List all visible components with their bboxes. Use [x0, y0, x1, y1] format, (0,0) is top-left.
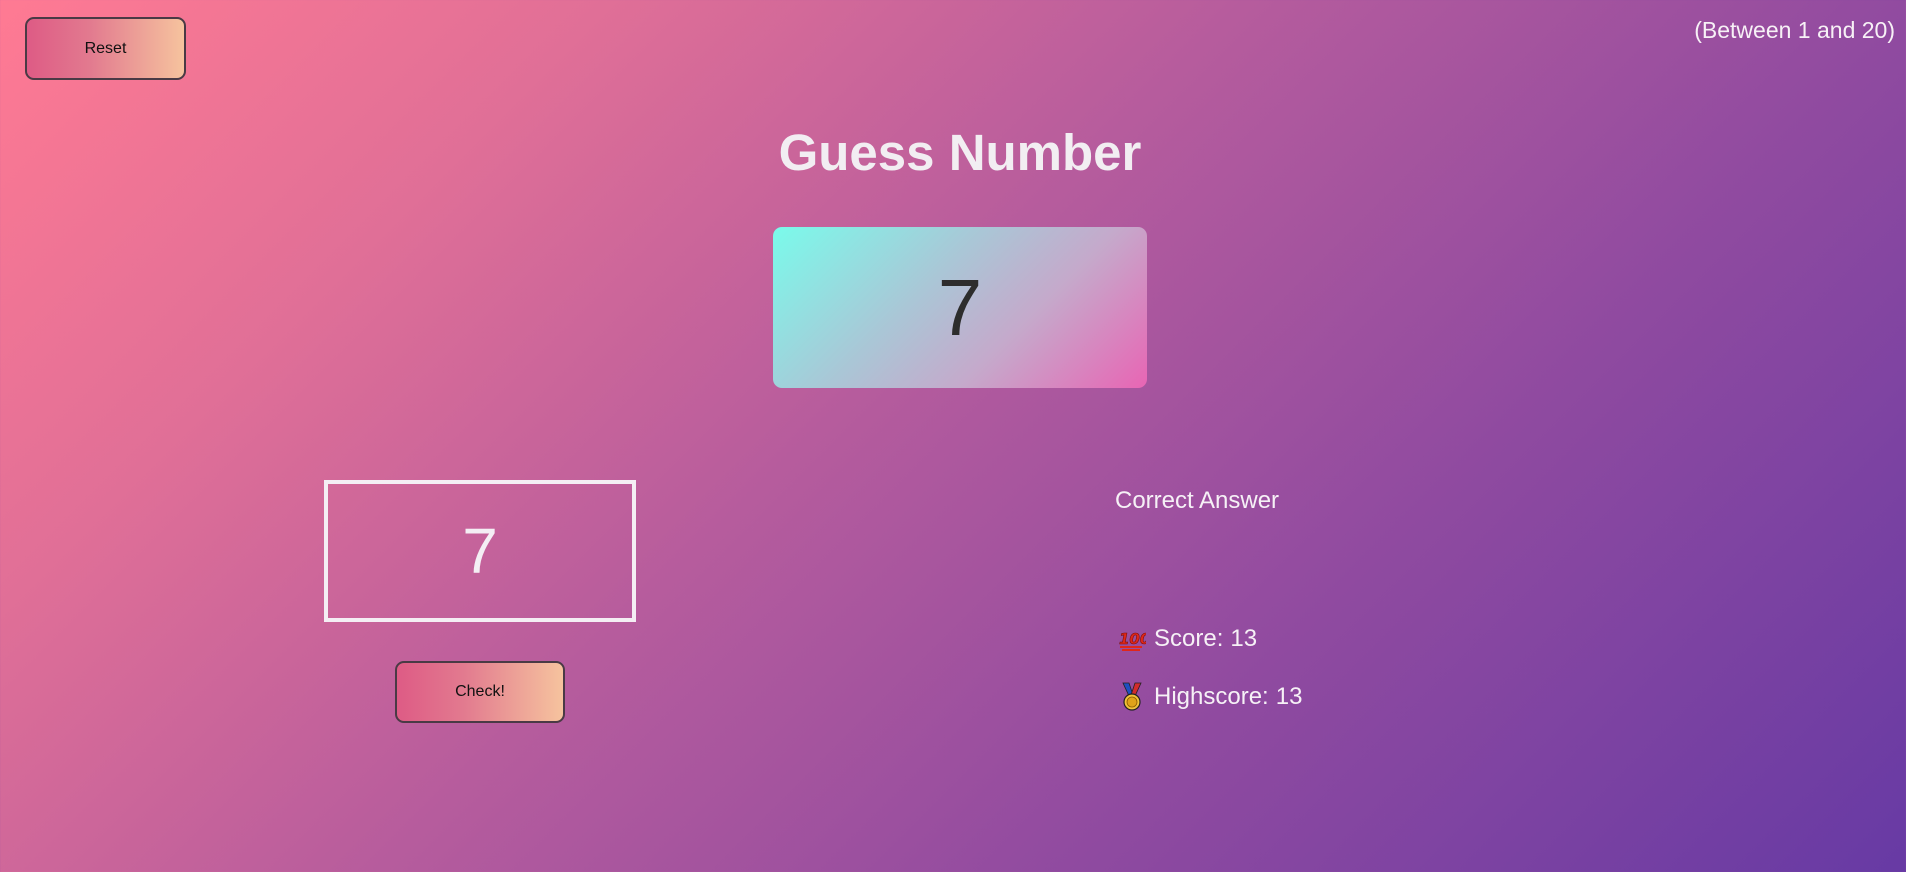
secret-number-box: 7 [773, 227, 1147, 388]
medal-icon [1117, 682, 1147, 712]
highscore-value: 13 [1275, 683, 1303, 710]
score-row: 100 Score: 13 [1117, 624, 1257, 654]
guess-input[interactable] [324, 480, 636, 622]
range-note: (Between 1 and 20) [1694, 17, 1895, 43]
page-title: Guess Number [778, 124, 1142, 181]
score-value: 13 [1230, 625, 1258, 652]
secret-number: 7 [937, 262, 983, 352]
score-label: Score: [1154, 625, 1224, 652]
hundred-points-icon: 100 [1117, 624, 1147, 654]
svg-text:100: 100 [1119, 630, 1146, 648]
highscore-label: Highscore: [1154, 683, 1269, 710]
status-message: Correct Answer [1115, 487, 1280, 514]
reset-button[interactable]: Reset [25, 17, 186, 80]
check-button[interactable]: Check! [395, 661, 565, 723]
highscore-row: Highscore: 13 [1117, 682, 1302, 712]
